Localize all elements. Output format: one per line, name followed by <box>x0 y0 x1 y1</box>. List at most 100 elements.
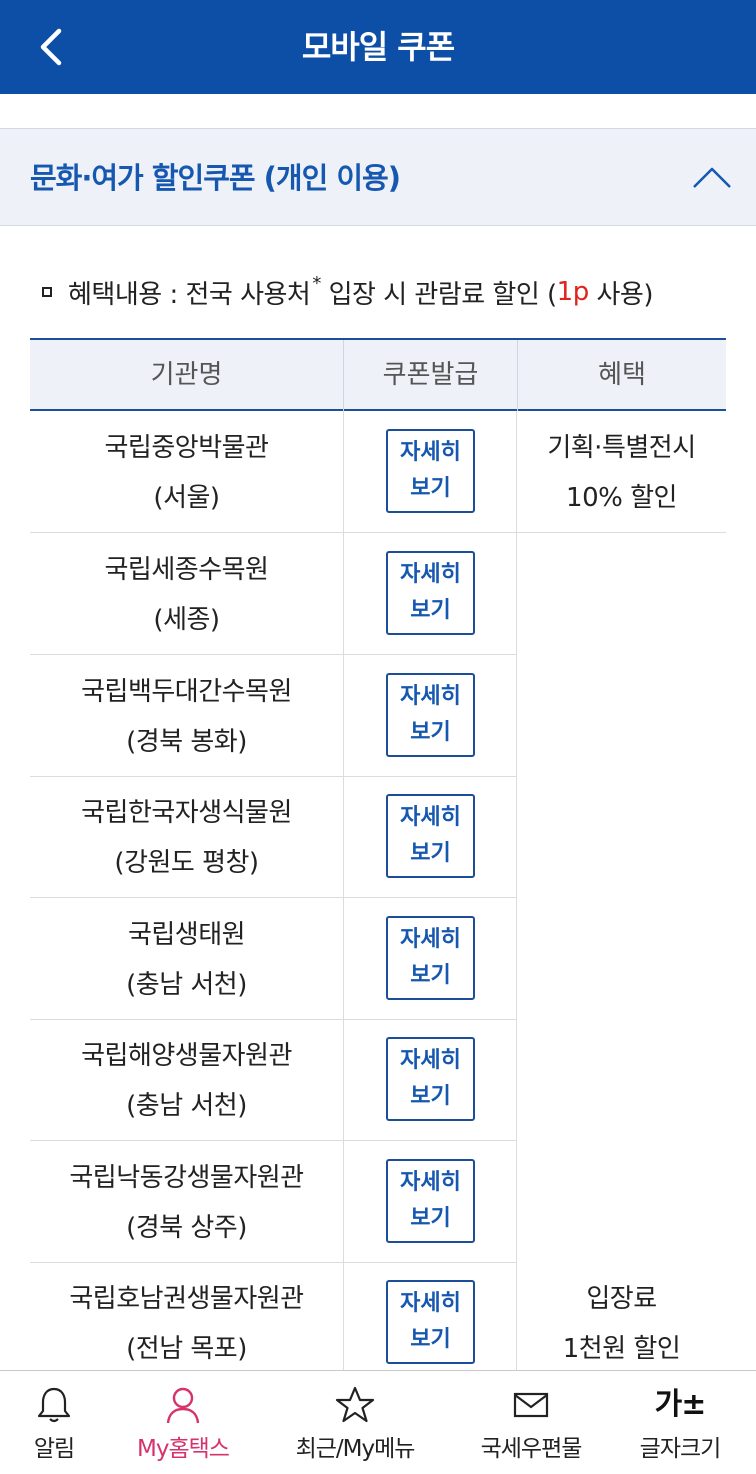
tab-recent-menu[interactable]: 최근/My메뉴 <box>270 1371 440 1474</box>
table-row: 국립호남권생물자원관 (전남 목포) 자세히 보기 <box>30 1262 517 1384</box>
table-row: 국립낙동강생물자원관 (경북 상주) 자세히 보기 <box>30 1141 517 1263</box>
detail-button[interactable]: 자세히 보기 <box>386 1280 475 1364</box>
institution-name: 국립낙동강생물자원관 <box>69 1163 304 1193</box>
detail-button-line1: 자세히 <box>400 562 461 587</box>
accordion-header[interactable]: 문화·여가 할인쿠폰 (개인 이용) <box>0 128 756 226</box>
detail-button-line2: 보기 <box>410 963 451 988</box>
user-icon <box>166 1387 200 1424</box>
benefit-middle: 입장 시 관람료 할인 ( <box>320 279 558 310</box>
detail-button-line2: 보기 <box>410 841 451 866</box>
benefit-line1: 기획·특별전시 <box>547 433 696 463</box>
tab-notifications[interactable]: 알림 <box>0 1371 108 1474</box>
coupon-cell: 자세히 보기 <box>343 898 517 1019</box>
header-spacer <box>0 94 756 128</box>
tab-label: 글자크기 <box>639 1436 722 1462</box>
detail-button-line2: 보기 <box>410 1084 451 1109</box>
detail-button[interactable]: 자세히 보기 <box>386 1159 475 1243</box>
chevron-up-icon <box>693 167 731 188</box>
detail-button[interactable]: 자세히 보기 <box>386 429 475 513</box>
coupon-cell: 자세히 보기 <box>343 1019 517 1140</box>
institution-cell: 국립한국자생식물원 (강원도 평창) <box>30 776 343 897</box>
detail-button-line1: 자세히 <box>400 1170 461 1195</box>
institution-location: (세종) <box>153 605 220 635</box>
tab-tax-mail[interactable]: 국세우편물 <box>458 1371 604 1474</box>
section-title: 문화·여가 할인쿠폰 (개인 이용) <box>30 161 401 195</box>
detail-button[interactable]: 자세히 보기 <box>386 794 475 878</box>
square-bullet-icon <box>42 287 52 297</box>
institution-name: 국립백두대간수목원 <box>81 677 292 707</box>
institution-location: (경북 봉화) <box>126 727 247 757</box>
tab-label: 알림 <box>33 1436 75 1462</box>
tab-my-hometax[interactable]: My홈택스 <box>108 1371 258 1474</box>
bottom-tab-bar: 알림 My홈택스 최근/My메뉴 국세우편물 가± 글자크기 <box>0 1370 756 1474</box>
detail-button-line1: 자세히 <box>400 684 461 709</box>
benefit-cell-exhibition: 기획·특별전시 10% 할인 <box>517 411 726 533</box>
detail-button[interactable]: 자세히 보기 <box>386 1037 475 1121</box>
institution-cell: 국립해양생물자원관 (충남 서천) <box>30 1019 343 1140</box>
back-button[interactable] <box>26 22 74 72</box>
detail-button[interactable]: 자세히 보기 <box>386 551 475 635</box>
column-header-coupon: 쿠폰발급 <box>343 340 517 411</box>
coupon-cell: 자세히 보기 <box>343 655 517 776</box>
benefit-points: 1p <box>556 277 590 307</box>
institution-location: (충남 서천) <box>126 970 247 1000</box>
institution-cell: 국립중앙박물관 (서울) <box>30 411 343 532</box>
institution-name: 국립호남권생물자원관 <box>69 1284 304 1314</box>
benefit-line2: 10% 할인 <box>566 483 677 513</box>
benefit-suffix: 사용) <box>588 279 653 310</box>
detail-button-line2: 보기 <box>410 476 451 501</box>
star-icon <box>335 1386 375 1423</box>
institution-cell: 국립백두대간수목원 (경북 봉화) <box>30 655 343 776</box>
benefit-line1: 입장료 <box>586 1284 657 1314</box>
table-row: 국립세종수목원 (세종) 자세히 보기 <box>30 533 517 655</box>
detail-button-line2: 보기 <box>410 1206 451 1231</box>
institution-location: (충남 서천) <box>126 1091 247 1121</box>
institution-location: (경북 상주) <box>126 1213 247 1243</box>
institution-name: 국립세종수목원 <box>104 555 269 585</box>
chevron-left-icon <box>40 28 62 66</box>
tab-font-size[interactable]: 가± 글자크기 <box>620 1371 740 1474</box>
table-header: 기관명 쿠폰발급 혜택 <box>30 338 726 411</box>
coupon-cell: 자세히 보기 <box>343 1262 517 1383</box>
coupon-cell: 자세히 보기 <box>343 776 517 897</box>
detail-button-line2: 보기 <box>410 720 451 745</box>
detail-button-line1: 자세히 <box>400 805 461 830</box>
institution-name: 국립생태원 <box>127 920 246 950</box>
institution-cell: 국립낙동강생물자원관 (경북 상주) <box>30 1141 343 1262</box>
detail-button-line1: 자세히 <box>400 1048 461 1073</box>
institution-location: (강원도 평창) <box>114 848 259 878</box>
detail-button-line1: 자세히 <box>400 927 461 952</box>
coupon-cell: 자세히 보기 <box>343 411 517 532</box>
detail-button-line2: 보기 <box>410 1327 451 1352</box>
table-row: 국립한국자생식물원 (강원도 평창) 자세히 보기 <box>30 776 517 898</box>
table-row: 국립중앙박물관 (서울) 자세히 보기 <box>30 411 517 533</box>
detail-button-line2: 보기 <box>410 598 451 623</box>
coupon-cell: 자세히 보기 <box>343 533 517 654</box>
detail-button[interactable]: 자세히 보기 <box>386 916 475 1000</box>
bell-icon <box>37 1387 71 1423</box>
benefit-line2: 1천원 할인 <box>562 1334 681 1364</box>
page-title: 모바일 쿠폰 <box>301 28 455 66</box>
coupon-cell: 자세히 보기 <box>343 1141 517 1262</box>
asterisk-mark: * <box>312 272 321 294</box>
font-size-icon: 가± <box>654 1387 707 1422</box>
table-row: 국립백두대간수목원 (경북 봉화) 자세히 보기 <box>30 655 517 777</box>
tab-label: 국세우편물 <box>480 1436 583 1462</box>
mail-icon <box>513 1392 549 1418</box>
tab-label: 최근/My메뉴 <box>295 1436 416 1462</box>
table-row: 국립생태원 (충남 서천) 자세히 보기 <box>30 898 517 1020</box>
column-header-benefit: 혜택 <box>517 340 726 411</box>
detail-button-line1: 자세히 <box>400 1291 461 1316</box>
institution-location: (서울) <box>153 483 220 513</box>
benefit-prefix: 혜택내용 : 전국 사용처 <box>68 279 311 310</box>
institution-name: 국립해양생물자원관 <box>81 1041 292 1071</box>
table-row: 국립해양생물자원관 (충남 서천) 자세히 보기 <box>30 1019 517 1141</box>
institution-cell: 국립생태원 (충남 서천) <box>30 898 343 1019</box>
institution-name: 국립한국자생식물원 <box>81 798 292 828</box>
detail-button[interactable]: 자세히 보기 <box>386 673 475 757</box>
institution-cell: 국립세종수목원 (세종) <box>30 533 343 654</box>
detail-button-line1: 자세히 <box>400 440 461 465</box>
institution-location: (전남 목포) <box>126 1334 247 1364</box>
institution-cell: 국립호남권생물자원관 (전남 목포) <box>30 1262 343 1383</box>
column-header-institution: 기관명 <box>150 360 223 390</box>
